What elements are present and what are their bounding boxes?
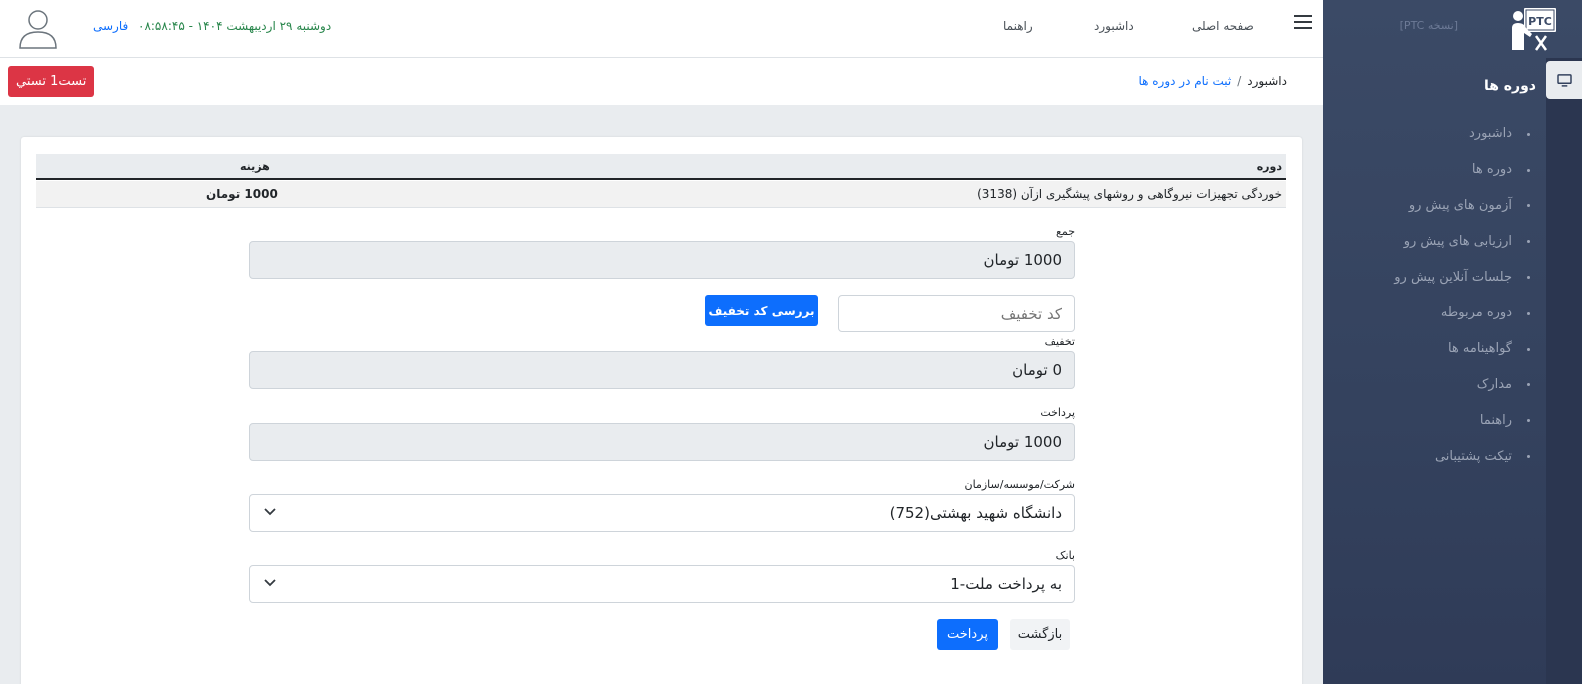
breadcrumb: داشبورد / ثبت نام در دوره ها xyxy=(1138,74,1287,88)
sidebar-item-documents[interactable]: مدارک xyxy=(1324,367,1546,403)
registration-card: دوره هزینه خوردگی تجهیزات نیروگاهی و روش… xyxy=(21,137,1302,684)
sidebar-rail xyxy=(1546,58,1582,684)
column-header-cost: هزینه xyxy=(240,160,270,173)
language-switch[interactable]: فارسی xyxy=(93,19,128,33)
bullet-icon xyxy=(1527,204,1530,208)
bank-select[interactable]: به پرداخت ملت-1 xyxy=(249,565,1075,603)
bullet-icon xyxy=(1527,168,1530,172)
sidebar-item-label: جلسات آنلاین پیش رو xyxy=(1394,269,1512,285)
sidebar-item-label: گواهینامه ها xyxy=(1447,341,1512,357)
organization-selected-value: دانشگاه شهید بهشتی(752) xyxy=(889,504,1062,522)
bullet-icon xyxy=(1527,240,1530,244)
discount-field: 0 تومان xyxy=(249,351,1075,389)
bullet-icon xyxy=(1527,455,1530,459)
sidebar-item-label: تیکت پشتیبانی xyxy=(1434,448,1512,464)
column-header-course: دوره xyxy=(1256,160,1282,173)
sidebar-item-label: راهنما xyxy=(1479,412,1512,428)
bank-selected-value: به پرداخت ملت-1 xyxy=(950,575,1062,593)
bullet-icon xyxy=(1527,276,1530,280)
sidebar-menu: داشبورد دوره ها آزمون های پیش رو ارزیابی… xyxy=(1324,116,1546,474)
nav-help-link[interactable]: راهنما xyxy=(1003,19,1033,33)
sidebar-item-label: ارزیابی های پیش رو xyxy=(1403,233,1512,249)
top-header: صفحه اصلی داشبورد راهنما دوشنبه ۲۹ اردیب… xyxy=(0,0,1323,58)
sidebar-brand: [PTC نسخه] PTC xyxy=(1323,0,1582,58)
sidebar-item-courses[interactable]: دوره ها xyxy=(1324,152,1546,188)
sidebar-item-label: دوره مربوطه xyxy=(1440,305,1512,321)
hamburger-menu-icon[interactable] xyxy=(1294,15,1312,31)
bullet-icon xyxy=(1527,383,1530,387)
user-avatar-icon[interactable] xyxy=(16,6,60,50)
bank-label: بانک xyxy=(1055,549,1075,562)
table-row: خوردگی تجهیزات نیروگاهی و روشهای پیشگیری… xyxy=(36,181,1286,208)
sidebar-item-label: دوره ها xyxy=(1471,162,1512,178)
back-button[interactable]: بازگشت xyxy=(1010,619,1070,650)
monitor-toggle-button[interactable] xyxy=(1546,61,1582,99)
sidebar-item-label: مدارک xyxy=(1476,376,1512,392)
bullet-icon xyxy=(1527,419,1530,423)
payment-label: پرداخت xyxy=(1040,406,1075,419)
total-label: جمع xyxy=(1055,225,1075,238)
organization-label: شرکت/موسسه/سازمان xyxy=(964,478,1075,491)
sidebar-item-dashboard[interactable]: داشبورد xyxy=(1324,116,1546,152)
ptc-logo-icon[interactable]: PTC xyxy=(1510,6,1558,52)
check-discount-button[interactable]: بررسی کد تخفیف xyxy=(705,295,818,326)
total-field: 1000 تومان xyxy=(249,241,1075,279)
nav-dashboard-link[interactable]: داشبورد xyxy=(1094,19,1134,33)
sidebar-item-certificates[interactable]: گواهینامه ها xyxy=(1324,331,1546,367)
chevron-down-icon xyxy=(264,579,276,587)
sidebar-item-label: داشبورد xyxy=(1469,126,1512,142)
discount-label: تخفیف xyxy=(1044,335,1075,348)
sidebar-item-upcoming-assessments[interactable]: ارزیابی های پیش رو xyxy=(1324,223,1546,259)
sidebar-item-online-sessions[interactable]: جلسات آنلاین پیش رو xyxy=(1324,259,1546,295)
monitor-icon xyxy=(1556,73,1572,87)
payment-field: 1000 تومان xyxy=(249,423,1075,461)
table-header: دوره هزینه xyxy=(36,154,1286,180)
organization-select[interactable]: دانشگاه شهید بهشتی(752) xyxy=(249,494,1075,532)
sidebar-section-title: دوره ها xyxy=(1483,78,1536,94)
bullet-icon xyxy=(1527,311,1530,315)
sidebar-item-upcoming-exams[interactable]: آزمون های پیش رو xyxy=(1324,188,1546,224)
sidebar-item-help[interactable]: راهنما xyxy=(1324,402,1546,438)
sidebar: [PTC نسخه] PTC دوره ها داشبورد دوره ها آ… xyxy=(1323,0,1582,684)
datetime-display: دوشنبه ۲۹ اردیبهشت ۱۴۰۴ - ۰۸:۵۸:۴۵ xyxy=(138,19,332,33)
nav-home-link[interactable]: صفحه اصلی xyxy=(1192,19,1254,33)
breadcrumb-dashboard-link[interactable]: داشبورد xyxy=(1247,74,1287,88)
sidebar-item-related-course[interactable]: دوره مربوطه xyxy=(1324,295,1546,331)
discount-code-input[interactable] xyxy=(838,295,1075,332)
bullet-icon xyxy=(1527,347,1530,351)
breadcrumb-bar: داشبورد / ثبت نام در دوره ها تست1 تستي xyxy=(0,58,1323,105)
user-name-badge[interactable]: تست1 تستي xyxy=(8,66,95,97)
logo-text: PTC xyxy=(1528,15,1552,28)
sidebar-item-support-ticket[interactable]: تیکت پشتیبانی xyxy=(1324,438,1546,474)
version-label: [PTC نسخه] xyxy=(1399,19,1458,32)
breadcrumb-separator: / xyxy=(1237,74,1242,88)
pay-button[interactable]: پرداخت xyxy=(937,619,998,650)
sidebar-item-label: آزمون های پیش رو xyxy=(1408,197,1512,213)
chevron-down-icon xyxy=(264,508,276,516)
course-cell: خوردگی تجهیزات نیروگاهی و روشهای پیشگیری… xyxy=(977,187,1282,201)
breadcrumb-current[interactable]: ثبت نام در دوره ها xyxy=(1138,74,1231,88)
cost-cell: 1000 تومان xyxy=(206,187,278,201)
bullet-icon xyxy=(1527,132,1530,136)
